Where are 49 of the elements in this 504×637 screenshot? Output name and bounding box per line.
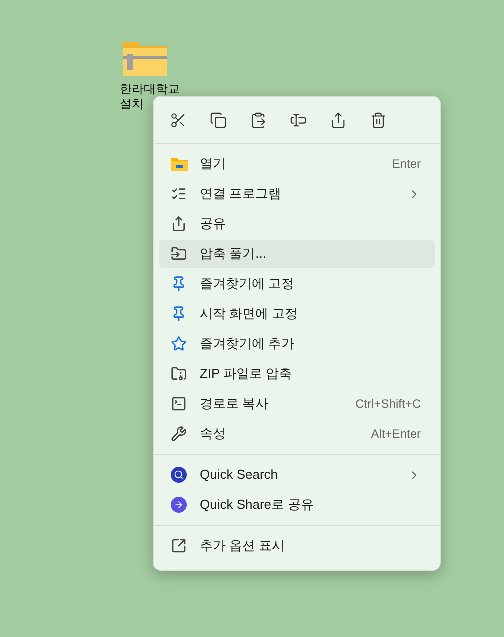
search-icon: [171, 467, 187, 483]
cut-icon: [170, 112, 186, 128]
app-list-icon: [171, 186, 187, 202]
shortcut-text: Ctrl+Shift+C: [356, 396, 421, 413]
file-name: 한라대학교: [120, 82, 180, 97]
menu-label: 즐겨찾기에 추가: [200, 335, 295, 354]
menu-item[interactable]: 공유: [159, 210, 435, 238]
folder-icon: [170, 156, 188, 172]
menu-item[interactable]: 열기 Enter: [159, 150, 435, 178]
menu-label: 추가 옵션 표시: [200, 537, 286, 556]
menu-label: 즐겨찾기에 고정: [200, 275, 295, 294]
menu-item[interactable]: ZIP 파일로 압축: [159, 360, 435, 388]
menu-item[interactable]: Quick Search: [159, 461, 435, 489]
menu-label: ZIP 파일로 압축: [200, 365, 292, 384]
menu-label: 속성: [200, 425, 226, 444]
path-icon: [171, 396, 187, 412]
rename-icon: [290, 112, 306, 128]
menu-label: 열기: [200, 155, 226, 174]
share-icon: [330, 112, 346, 128]
menu-item[interactable]: Quick Share로 공유: [159, 491, 435, 519]
wrench-icon: [171, 426, 187, 442]
file-name: 설치: [120, 97, 144, 112]
folder-extract-icon: [171, 246, 187, 262]
menu-label: 압축 풀기...: [200, 245, 266, 264]
menu-label: 시작 화면에 고정: [200, 305, 298, 324]
menu-item[interactable]: 즐겨찾기에 고정: [159, 270, 435, 298]
shortcut-text: Alt+Enter: [371, 426, 421, 443]
menu-label: 경로로 복사: [200, 395, 269, 414]
pin-icon: [171, 306, 187, 322]
zip-folder-icon: [171, 366, 187, 382]
menu-item[interactable]: 경로로 복사 Ctrl+Shift+C: [159, 390, 435, 418]
paste-icon: [250, 112, 266, 128]
menu-item[interactable]: 추가 옵션 표시: [159, 532, 435, 560]
share-icon: [171, 216, 187, 232]
pin-icon: [171, 276, 187, 292]
expand-icon: [171, 538, 187, 554]
menu-label: Quick Search: [200, 466, 278, 484]
menu-label: Quick Share로 공유: [200, 496, 314, 514]
shortcut-text: Enter: [392, 156, 421, 173]
menu-item[interactable]: 즐겨찾기에 추가: [159, 330, 435, 358]
menu-item[interactable]: 압축 풀기...: [159, 240, 435, 268]
menu-label: 연결 프로그램: [200, 185, 282, 204]
copy-icon: [210, 112, 226, 128]
menu-item[interactable]: 시작 화면에 고정: [159, 300, 435, 328]
menu-item[interactable]: 속성 Alt+Enter: [159, 420, 435, 448]
star-icon: [171, 336, 187, 352]
menu-item[interactable]: 연결 프로그램: [159, 180, 435, 208]
delete-icon: [370, 112, 386, 128]
menu-label: 공유: [200, 215, 226, 234]
